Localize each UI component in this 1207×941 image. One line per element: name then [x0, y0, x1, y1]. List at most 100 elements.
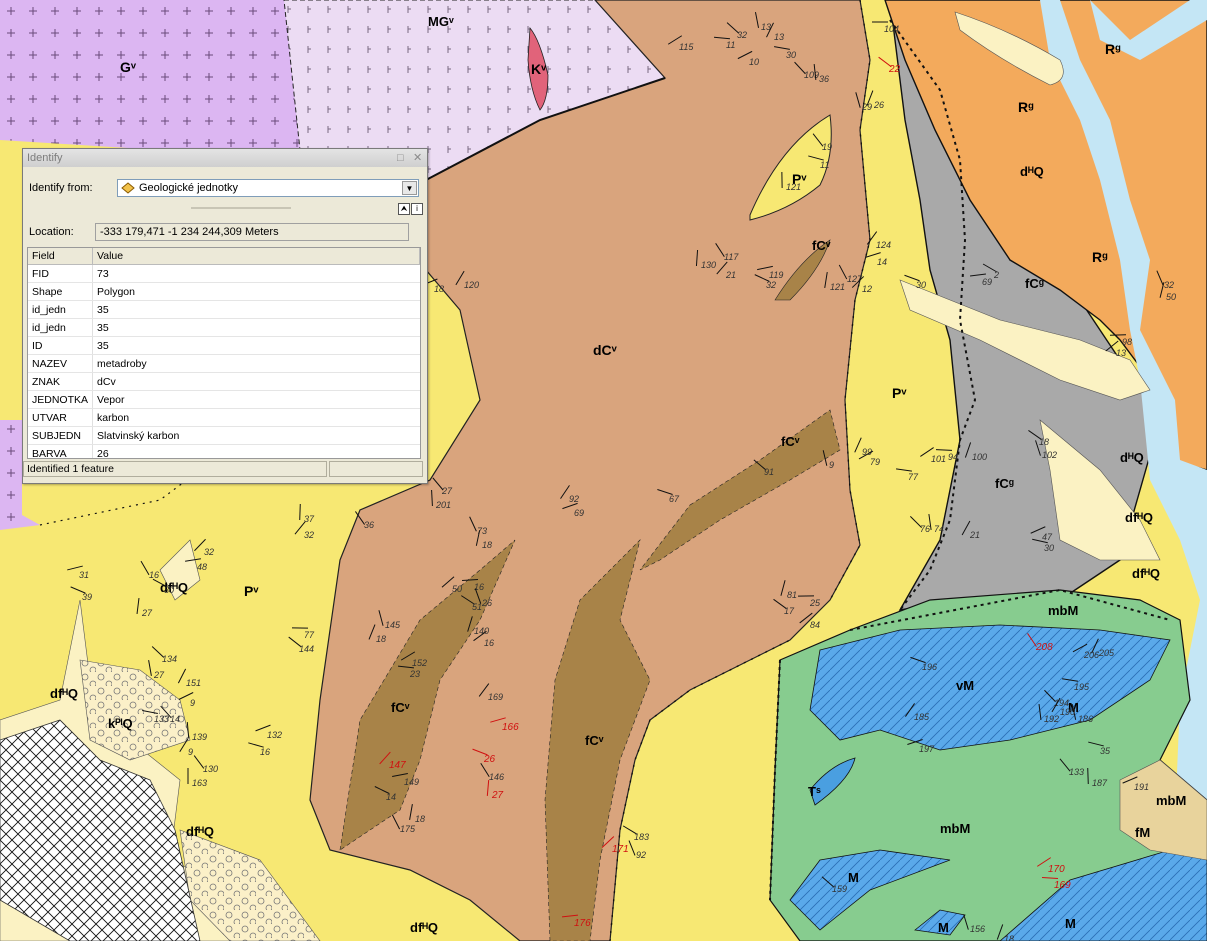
measurement-value: 21 [725, 270, 736, 280]
label-gv: Gᵛ [120, 59, 137, 75]
measurement-value: 117 [724, 252, 739, 262]
table-row[interactable]: JEDNOTKA Vepor [28, 390, 420, 409]
label-q9: kᴾˡQ [108, 716, 133, 731]
info-icon[interactable]: i [411, 203, 423, 215]
measurement-value: 9 [190, 698, 195, 708]
value-cell: Polygon [92, 282, 420, 301]
label-fcv2: fCᵛ [781, 434, 800, 449]
measurement-value: 109 [804, 70, 819, 80]
measurement-value: 14 [386, 792, 396, 802]
measurement-value: 21 [969, 530, 980, 540]
measurement-value: 18 [415, 814, 425, 824]
measurement-value: 201 [435, 500, 451, 510]
measurement-value: 35 [1100, 746, 1111, 756]
measurement-value: 91 [764, 467, 774, 477]
measurement-value: 30 [786, 50, 796, 60]
measurement-value: 32 [766, 280, 776, 290]
measurement-value: 186 [1078, 714, 1093, 724]
table-row[interactable]: BARVA 26 [28, 444, 420, 458]
label-q2: dᴴQ [1120, 450, 1144, 465]
table-row[interactable]: Shape Polygon [28, 282, 420, 301]
expand-icon[interactable]: ⮝ [398, 203, 410, 215]
measurement-value: 121 [830, 282, 845, 292]
chevron-down-icon[interactable]: ▼ [402, 181, 417, 195]
measurement-value: 47 [1042, 532, 1053, 542]
value-cell: karbon [92, 408, 420, 427]
location-label: Location: [29, 226, 74, 238]
measurement-value: 77 [304, 630, 315, 640]
label-vm3: M [848, 870, 859, 885]
field-cell: Shape [28, 282, 94, 301]
measurement-value: 130 [203, 764, 218, 774]
identify-titlebar[interactable]: Identify □ ✕ [23, 149, 427, 167]
measurement-value: 27 [141, 608, 153, 618]
measurement-value: 156 [970, 924, 985, 934]
field-cell: FID [28, 264, 94, 283]
unit-gv [0, 0, 300, 150]
table-row[interactable]: ZNAK dCv [28, 372, 420, 391]
attribute-grid[interactable]: Field Value FID 73 Shape Polygon id_jedn 35… [27, 247, 421, 459]
measurement-value: 191 [1134, 782, 1149, 792]
identify-from-dropdown[interactable]: Geologické jednotky ▼ [117, 179, 419, 197]
value-cell: metadroby [92, 354, 420, 373]
measurement-value: 14 [170, 714, 180, 724]
measurement-value: 183 [634, 832, 649, 842]
measurement-value: 166 [502, 722, 519, 733]
measurement-value: 32 [1164, 280, 1174, 290]
identify-window[interactable]: Identify □ ✕ Identify from: Geologické j… [22, 148, 428, 484]
measurement-value: 69 [574, 508, 584, 518]
measurement-value: 18 [376, 634, 386, 644]
measurement-value: 149 [404, 777, 419, 787]
label-rg3: Rᵍ [1092, 249, 1108, 265]
maximize-icon[interactable]: □ [397, 153, 407, 164]
table-row[interactable]: FID 73 [28, 264, 420, 283]
field-cell: BARVA [28, 444, 94, 458]
measurement-value: 13 [774, 32, 784, 42]
measurement-value: 31 [79, 570, 89, 580]
measurement-value: 100 [972, 452, 987, 462]
measurement-value: 37 [304, 514, 315, 524]
label-rg2: Rᵍ [1018, 99, 1034, 115]
value-cell: dCv [92, 372, 420, 391]
field-cell: ZNAK [28, 372, 94, 391]
column-value[interactable]: Value [92, 248, 420, 265]
label-pv2: Pᵛ [892, 385, 907, 401]
location-field[interactable]: -333 179,471 -1 234 244,309 Meters [95, 223, 409, 241]
table-row[interactable]: id_jedn 35 [28, 300, 420, 319]
measurement-value: 163 [192, 778, 207, 788]
measurement-value: 27 [153, 670, 165, 680]
field-cell: id_jedn [28, 318, 94, 337]
label-mgv: MGᵛ [428, 14, 454, 29]
label-mbm1: mbM [1048, 603, 1078, 618]
close-icon[interactable]: ✕ [413, 153, 423, 164]
table-row[interactable]: ID 35 [28, 336, 420, 355]
measurement-value: 133 [1069, 767, 1084, 777]
measurement-value: 119 [769, 270, 783, 280]
measurement-value: 48 [197, 562, 207, 572]
measurement-value: 115 [679, 42, 694, 52]
measurement-value: 30 [164, 585, 174, 595]
status-panel [329, 461, 423, 477]
label-pv3: Pᵛ [244, 583, 259, 599]
value-cell: 35 [92, 336, 420, 355]
table-row[interactable]: NAZEV metadroby [28, 354, 420, 373]
measurement-value: 12 [862, 284, 872, 294]
table-row[interactable]: id_jedn 35 [28, 318, 420, 337]
measurement-value: 133 [154, 714, 169, 724]
label-q5: dfᴴQ [50, 686, 78, 701]
measurement-value: 27 [491, 790, 504, 801]
measurement-value: 39 [82, 592, 92, 602]
column-field[interactable]: Field [28, 248, 94, 265]
measurement-value: 9 [188, 747, 193, 757]
measurement-value: 50 [452, 584, 462, 594]
table-row[interactable]: UTVAR karbon [28, 408, 420, 427]
measurement-value: 74 [934, 524, 944, 534]
table-row[interactable]: SUBJEDN Slatvinský karbon [28, 426, 420, 445]
measurement-value: 10 [749, 57, 759, 67]
measurement-value: 144 [299, 644, 314, 654]
measurement-value: 145 [385, 620, 401, 630]
pane-splitter[interactable] [191, 207, 291, 209]
label-mbm3: mbM [1156, 793, 1186, 808]
measurement-value: 22 [888, 64, 901, 75]
measurement-value: 151 [186, 678, 201, 688]
